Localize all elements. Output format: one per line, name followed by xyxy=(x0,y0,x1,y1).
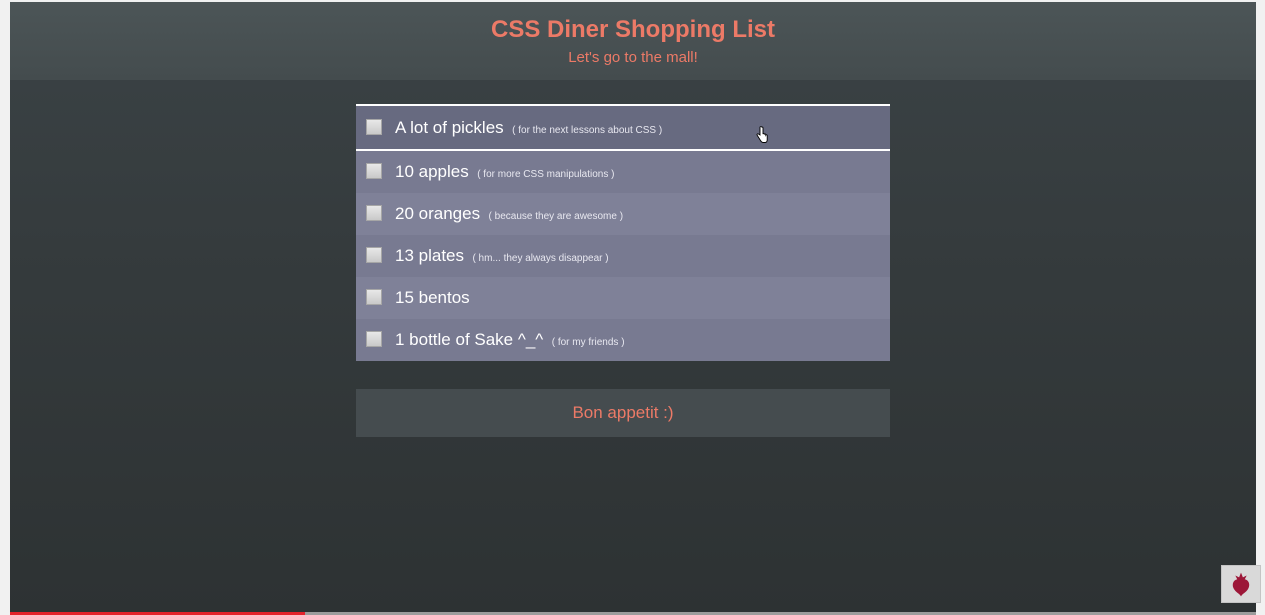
item-note: ( for my friends ) xyxy=(551,337,625,348)
beet-logo-icon-shape xyxy=(1232,572,1250,597)
item-checkbox[interactable] xyxy=(366,331,382,347)
item-checkbox[interactable] xyxy=(366,163,382,179)
item-name: 15 bentos xyxy=(395,288,470,307)
list-item-sake[interactable]: 1 bottle of Sake ^_^ ( for my friends ) xyxy=(356,319,890,361)
item-checkbox[interactable] xyxy=(366,247,382,263)
list-item-oranges[interactable]: 20 oranges ( because they are awesome ) xyxy=(356,193,890,235)
hand-pointer-icon xyxy=(756,126,768,143)
item-note: ( for more CSS manipulations ) xyxy=(477,169,615,180)
header: CSS Diner Shopping List Let's go to the … xyxy=(10,2,1256,80)
item-note: ( because they are awesome ) xyxy=(488,211,624,222)
list-item-plates[interactable]: 13 plates ( hm... they always disappear … xyxy=(356,235,890,277)
item-checkbox[interactable] xyxy=(366,205,382,221)
page-title: CSS Diner Shopping List xyxy=(490,16,775,43)
item-checkbox[interactable] xyxy=(366,119,382,135)
item-checkbox[interactable] xyxy=(366,289,382,305)
beet-logo-icon[interactable] xyxy=(1221,565,1261,603)
item-name: 13 plates xyxy=(395,246,464,265)
footer-message: Bon appetit :) xyxy=(356,389,890,437)
list-item-bentos[interactable]: 15 bentos xyxy=(356,277,890,319)
list-item-pickles[interactable]: A lot of pickles ( for the next lessons … xyxy=(356,104,890,151)
item-note: ( hm... they always disappear ) xyxy=(472,253,609,264)
item-name: 20 oranges xyxy=(395,204,481,223)
item-name: 1 bottle of Sake ^_^ xyxy=(395,330,544,349)
shopping-list: A lot of pickles ( for the next lessons … xyxy=(356,104,890,361)
item-note: ( for the next lessons about CSS ) xyxy=(512,125,663,136)
page-subtitle: Let's go to the mall! xyxy=(568,49,698,66)
list-item-apples[interactable]: 10 apples ( for more CSS manipulations ) xyxy=(356,151,890,193)
item-name: A lot of pickles xyxy=(395,118,504,137)
item-name: 10 apples xyxy=(395,162,469,181)
